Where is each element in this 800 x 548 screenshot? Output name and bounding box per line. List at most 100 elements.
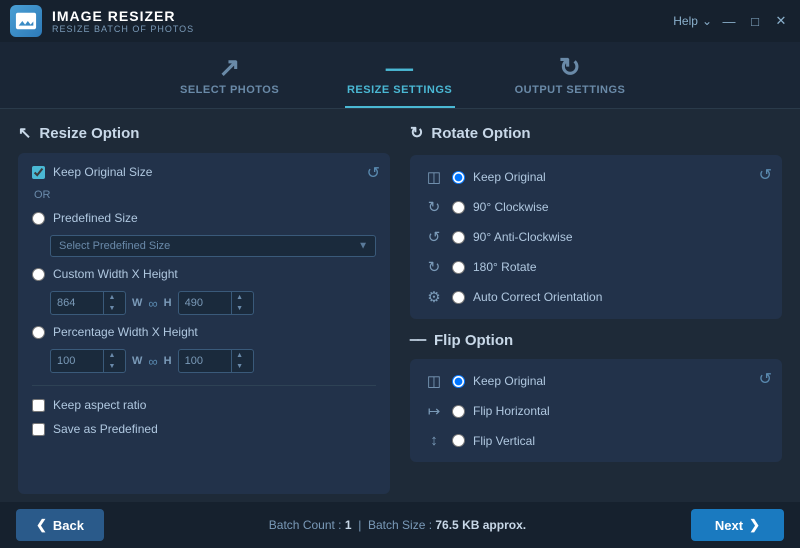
pct-width-down-spinner[interactable]: ▼	[104, 361, 120, 372]
step-navigation: ↗ SELECT PHOTOS ⎯⎯ RESIZE SETTINGS ↻ OUT…	[0, 42, 800, 109]
h-label: H	[164, 297, 172, 309]
resize-reset-button[interactable]: ↺	[367, 163, 380, 183]
rotate-section-icon: ↻	[410, 123, 423, 143]
flip-horizontal-radio[interactable]	[452, 405, 465, 418]
back-button[interactable]: ❮ Back	[16, 509, 104, 541]
save-predefined-row: Save as Predefined	[32, 422, 376, 436]
percentage-wh-label: Percentage Width X Height	[53, 325, 198, 339]
percentage-wh-radio[interactable]	[32, 326, 45, 339]
height-input[interactable]	[179, 293, 231, 313]
output-settings-icon: ↻	[559, 54, 581, 80]
rotate-180-label: 180° Rotate	[473, 260, 537, 274]
flip-reset-button[interactable]: ↺	[759, 369, 772, 389]
close-button[interactable]: ✕	[772, 12, 790, 30]
pct-w-label: W	[132, 355, 142, 367]
pct-width-spinners: ▲ ▼	[103, 350, 120, 372]
rotate-keep-original-icon: ◫	[424, 168, 444, 186]
rotate-auto-correct-icon: ⚙	[424, 288, 444, 306]
flip-keep-original-icon: ◫	[424, 372, 444, 390]
rotate-reset-button[interactable]: ↺	[759, 165, 772, 185]
width-input-wrapper: ▲ ▼	[50, 291, 126, 315]
flip-keep-original: ◫ Keep Original	[424, 371, 768, 391]
resize-option-card: ↺ Keep Original Size OR Predefined Size …	[18, 153, 390, 494]
restore-button[interactable]: □	[746, 12, 764, 30]
width-up-spinner[interactable]: ▲	[104, 292, 120, 303]
rotate-90cw-icon: ↻	[424, 198, 444, 216]
app-title-block: IMAGE RESIZER RESIZE BATCH OF PHOTOS	[52, 8, 673, 34]
bottom-bar: ❮ Back Batch Count : 1 | Batch Size : 76…	[0, 502, 800, 548]
rotate-90acw-radio[interactable]	[452, 231, 465, 244]
help-button[interactable]: Help ⌄	[673, 14, 712, 28]
link-icon: ∞	[148, 296, 157, 311]
rotate-90cw-radio[interactable]	[452, 201, 465, 214]
pct-height-input[interactable]	[179, 351, 231, 371]
step-select-photos[interactable]: ↗ SELECT PHOTOS	[175, 54, 285, 108]
rotate-title-label: Rotate Option	[431, 125, 530, 142]
rotate-auto-correct: ⚙ Auto Correct Orientation	[424, 287, 768, 307]
keep-aspect-ratio-label: Keep aspect ratio	[53, 398, 146, 412]
height-spinners: ▲ ▼	[231, 292, 248, 314]
rotate-180-icon: ↻	[424, 258, 444, 276]
width-spinners: ▲ ▼	[103, 292, 120, 314]
minimize-button[interactable]: —	[720, 12, 738, 30]
flip-keep-original-radio[interactable]	[452, 375, 465, 388]
rotate-90acw: ↺ 90° Anti-Clockwise	[424, 227, 768, 247]
batch-size-label: Batch Size :	[368, 518, 432, 532]
flip-title-label: Flip Option	[434, 332, 513, 349]
custom-wh-inputs: ▲ ▼ W ∞ H ▲ ▼	[50, 291, 376, 315]
flip-section-title: ⎯⎯ Flip Option	[410, 331, 782, 349]
rotate-180: ↻ 180° Rotate	[424, 257, 768, 277]
keep-original-size-checkbox[interactable]	[32, 166, 45, 179]
percentage-wh-inputs: ▲ ▼ W ∞ H ▲ ▼	[50, 349, 376, 373]
pct-link-icon: ∞	[148, 354, 157, 369]
pct-h-label: H	[164, 355, 172, 367]
next-button[interactable]: Next ❯	[691, 509, 784, 541]
rotate-180-radio[interactable]	[452, 261, 465, 274]
select-photos-icon: ↗	[218, 54, 240, 80]
step-resize-settings-label: RESIZE SETTINGS	[347, 84, 452, 96]
save-predefined-checkbox[interactable]	[32, 423, 45, 436]
height-down-spinner[interactable]: ▼	[232, 303, 248, 314]
pct-height-up-spinner[interactable]: ▲	[232, 350, 248, 361]
pct-height-input-wrapper: ▲ ▼	[178, 349, 254, 373]
pct-width-input-wrapper: ▲ ▼	[50, 349, 126, 373]
app-logo	[10, 5, 42, 37]
app-subtitle: RESIZE BATCH OF PHOTOS	[52, 24, 673, 34]
predefined-size-select[interactable]: Select Predefined Size	[50, 235, 376, 257]
width-input[interactable]	[51, 293, 103, 313]
height-up-spinner[interactable]: ▲	[232, 292, 248, 303]
resize-settings-icon: ⎯⎯	[386, 54, 413, 80]
step-select-photos-label: SELECT PHOTOS	[180, 84, 279, 96]
rotate-90acw-icon: ↺	[424, 228, 444, 246]
flip-vertical-icon: ↕	[424, 432, 444, 449]
rotate-90cw: ↻ 90° Clockwise	[424, 197, 768, 217]
rotate-auto-correct-label: Auto Correct Orientation	[473, 290, 602, 304]
predefined-size-label: Predefined Size	[53, 211, 138, 225]
flip-option-card: ↺ ◫ Keep Original ↦ Flip Horizontal ↕ Fl…	[410, 359, 782, 462]
pct-width-input[interactable]	[51, 351, 103, 371]
pct-height-down-spinner[interactable]: ▼	[232, 361, 248, 372]
or-divider: OR	[34, 189, 376, 201]
custom-wh-radio[interactable]	[32, 268, 45, 281]
rotate-auto-correct-radio[interactable]	[452, 291, 465, 304]
keep-aspect-ratio-row: Keep aspect ratio	[32, 398, 376, 412]
rotate-section-title: ↻ Rotate Option	[410, 123, 782, 143]
flip-horizontal-icon: ↦	[424, 402, 444, 420]
keep-aspect-ratio-checkbox[interactable]	[32, 399, 45, 412]
flip-vertical-radio[interactable]	[452, 434, 465, 447]
rotate-flip-panel: ↻ Rotate Option ↺ ◫ Keep Original ↻ 90° …	[410, 123, 782, 494]
rotate-keep-original-radio[interactable]	[452, 171, 465, 184]
pct-width-up-spinner[interactable]: ▲	[104, 350, 120, 361]
flip-vertical-label: Flip Vertical	[473, 434, 535, 448]
percentage-wh-row: Percentage Width X Height	[32, 325, 376, 339]
logo-icon	[15, 10, 37, 32]
step-resize-settings[interactable]: ⎯⎯ RESIZE SETTINGS	[345, 54, 455, 108]
width-down-spinner[interactable]: ▼	[104, 303, 120, 314]
flip-section-icon: ⎯⎯	[410, 331, 426, 349]
pct-height-spinners: ▲ ▼	[231, 350, 248, 372]
step-output-settings[interactable]: ↻ OUTPUT SETTINGS	[515, 54, 626, 108]
rotate-keep-original-label: Keep Original	[473, 170, 546, 184]
height-input-wrapper: ▲ ▼	[178, 291, 254, 315]
predefined-size-radio[interactable]	[32, 212, 45, 225]
resize-section-title: ↖ Resize Option	[18, 123, 390, 143]
